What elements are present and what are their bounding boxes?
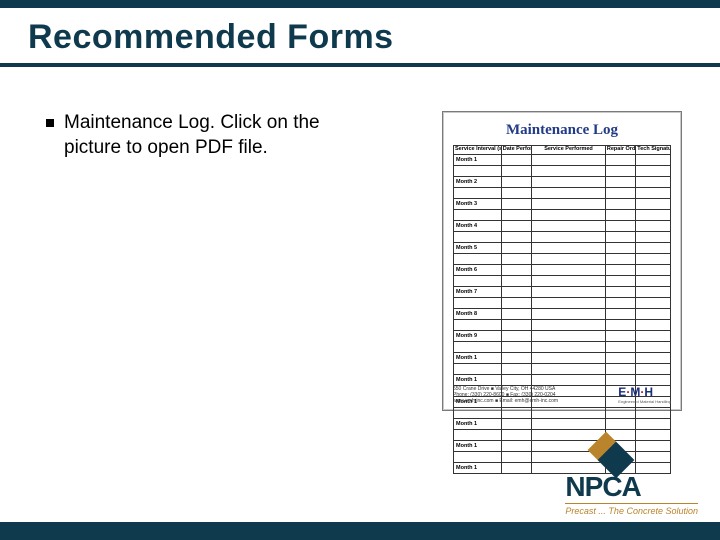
table-row: Month 1	[454, 154, 671, 165]
table-row: Month 9	[454, 330, 671, 341]
table-row: Month 6	[454, 264, 671, 275]
table-row: Month 1	[454, 418, 671, 429]
bullet-text: Maintenance Log. Click on the picture to…	[64, 111, 376, 160]
table-row	[454, 253, 671, 264]
npca-wordmark: NPCA	[565, 473, 698, 501]
col-tech-signature: Tech Signature	[636, 146, 671, 155]
table-row: Month 8	[454, 308, 671, 319]
bullet-square-icon	[46, 119, 54, 127]
slide-title: Recommended Forms	[28, 18, 692, 57]
table-row	[454, 297, 671, 308]
pdf-footer-brand: E·M·H Engineered Material Handling	[618, 385, 671, 404]
col-repair-order: Repair Order No.	[605, 146, 635, 155]
table-row	[454, 407, 671, 418]
table-row	[454, 187, 671, 198]
bullet-item: Maintenance Log. Click on the picture to…	[46, 111, 376, 160]
table-row	[454, 363, 671, 374]
table-row	[454, 231, 671, 242]
npca-tagline: Precast ... The Concrete Solution	[565, 503, 698, 516]
table-row: Month 7	[454, 286, 671, 297]
pdf-footer-address: 550 Crane Drive ■ Valley City, OH 44280 …	[453, 386, 558, 404]
table-row: Month 4	[454, 220, 671, 231]
table-row: Month 1	[454, 374, 671, 385]
table-row: Month 3	[454, 198, 671, 209]
slide-body: Maintenance Log. Click on the picture to…	[0, 67, 720, 411]
table-row	[454, 341, 671, 352]
col-date-performed: Date Performe	[501, 146, 531, 155]
table-row: Month 2	[454, 176, 671, 187]
npca-logo: NPCA Precast ... The Concrete Solution	[565, 435, 698, 516]
title-bar: Recommended Forms	[0, 8, 720, 67]
pdf-footer: 550 Crane Drive ■ Valley City, OH 44280 …	[453, 385, 671, 404]
table-row: Month 5	[454, 242, 671, 253]
table-header-row: Service Interval (set at 12 month) Date …	[454, 146, 671, 155]
table-body: Month 1 Month 2 Month 3 Month 4 Month 5 …	[454, 154, 671, 473]
maintenance-log-pdf-link[interactable]: Maintenance Log Service Interval (set at…	[442, 111, 682, 411]
npca-diamond-icon	[585, 435, 633, 475]
pdf-footer-brand-sub: Engineered Material Handling	[618, 399, 671, 404]
bottom-accent-bar	[0, 522, 720, 540]
slide: Recommended Forms Maintenance Log. Click…	[0, 0, 720, 540]
bullet-column: Maintenance Log. Click on the picture to…	[46, 111, 408, 411]
table-row	[454, 319, 671, 330]
col-service-interval: Service Interval (set at 12 month)	[454, 146, 502, 155]
table-row	[454, 209, 671, 220]
pdf-title: Maintenance Log	[453, 122, 671, 139]
thumbnail-column: Maintenance Log Service Interval (set at…	[432, 111, 692, 411]
table-row	[454, 275, 671, 286]
table-row	[454, 165, 671, 176]
col-service-performed: Service Performed	[532, 146, 606, 155]
table-row: Month 1	[454, 352, 671, 363]
maintenance-log-table: Service Interval (set at 12 month) Date …	[453, 145, 671, 474]
pdf-footer-line3: www.emh-inc.com ■ Email: emh@emh-inc.com	[453, 398, 558, 404]
